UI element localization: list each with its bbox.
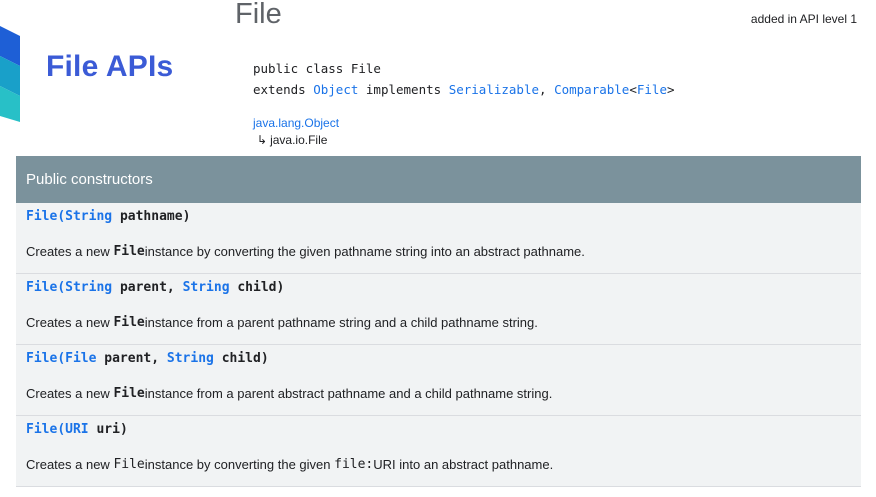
param-type-link[interactable]: String (65, 209, 112, 224)
desc-code: file: (334, 457, 374, 472)
param-type-link[interactable]: String (183, 280, 230, 295)
comma: , (539, 82, 547, 97)
constructor-signature: File(URI uri) (26, 422, 128, 437)
generic-close: > (666, 82, 675, 97)
param-name: pathname (119, 209, 183, 224)
constructor-signature: File(String parent, String child) (26, 280, 285, 295)
desc-code: File (113, 315, 145, 330)
desc-text: instance by converting the given (144, 457, 331, 472)
param-type-link[interactable]: URI (65, 422, 88, 437)
object-link[interactable]: java.lang.Object (253, 116, 339, 130)
constructor-signature: File(String pathname) (26, 209, 191, 224)
param-name: uri (96, 422, 120, 437)
implements-keyword: implements (365, 82, 442, 97)
desc-text: Creates a new (26, 457, 110, 472)
page-title: File (235, 0, 282, 30)
desc-text: Creates a new (26, 244, 110, 259)
param-name: parent (119, 280, 167, 295)
constructor-link[interactable]: File (26, 209, 57, 224)
generic-open: < (629, 82, 637, 97)
desc-code: File (113, 457, 145, 472)
constructor-link[interactable]: File (26, 280, 57, 295)
desc-text: instance from a parent pathname string a… (144, 315, 538, 330)
desc-text: Creates a new (26, 386, 110, 401)
table-row: File(String pathname) Creates a new File… (16, 203, 861, 274)
generic-type-link[interactable]: File (637, 82, 667, 97)
desc-text: Creates a new (26, 315, 110, 330)
constructor-description: Creates a new File instance by convertin… (16, 230, 861, 274)
table-row: File(String parent, String child) Create… (16, 274, 861, 345)
param-name: child (221, 351, 261, 366)
table-row: File(File parent, String child) Creates … (16, 345, 861, 416)
desc-code: File (113, 244, 145, 259)
constructor-description: Creates a new File instance from a paren… (16, 301, 861, 345)
param-type-link[interactable]: String (65, 280, 112, 295)
hierarchy-parent: java.lang.Object (253, 116, 339, 130)
table-heading: Public constructors (16, 156, 861, 203)
serializable-link[interactable]: Serializable (449, 82, 539, 97)
class-declaration: public class File (253, 61, 381, 76)
hierarchy-child-label: java.io.File (270, 133, 328, 147)
banner-title: File APIs (46, 50, 174, 83)
superclass-link[interactable]: Object (313, 82, 358, 97)
table-row: File(URI uri) Creates a new File instanc… (16, 416, 861, 486)
desc-text: instance by converting the given pathnam… (144, 244, 585, 259)
comparable-link[interactable]: Comparable (554, 82, 629, 97)
desc-text: URI into an abstract pathname. (373, 457, 554, 472)
constructor-signature: File(File parent, String child) (26, 351, 269, 366)
hierarchy-child: ↳ java.io.File (257, 133, 327, 147)
extends-keyword: extends (253, 82, 306, 97)
api-level-label: added in API level 1 (750, 12, 857, 26)
param-name: parent (104, 351, 152, 366)
banner-graphic (0, 26, 20, 122)
class-inheritance: extends Object implements Serializable, … (253, 82, 675, 97)
param-name: child (237, 280, 277, 295)
param-type-link[interactable]: String (167, 351, 214, 366)
constructor-link[interactable]: File (26, 351, 57, 366)
desc-text: instance from a parent abstract pathname… (144, 386, 553, 401)
constructor-description: Creates a new File instance by convertin… (16, 443, 861, 486)
constructors-table: Public constructors File(String pathname… (16, 156, 861, 487)
hierarchy-arrow-icon: ↳ (257, 133, 268, 147)
constructor-description: Creates a new File instance from a paren… (16, 372, 861, 416)
param-type-link[interactable]: File (65, 351, 96, 366)
constructor-link[interactable]: File (26, 422, 57, 437)
desc-code: File (113, 386, 145, 401)
